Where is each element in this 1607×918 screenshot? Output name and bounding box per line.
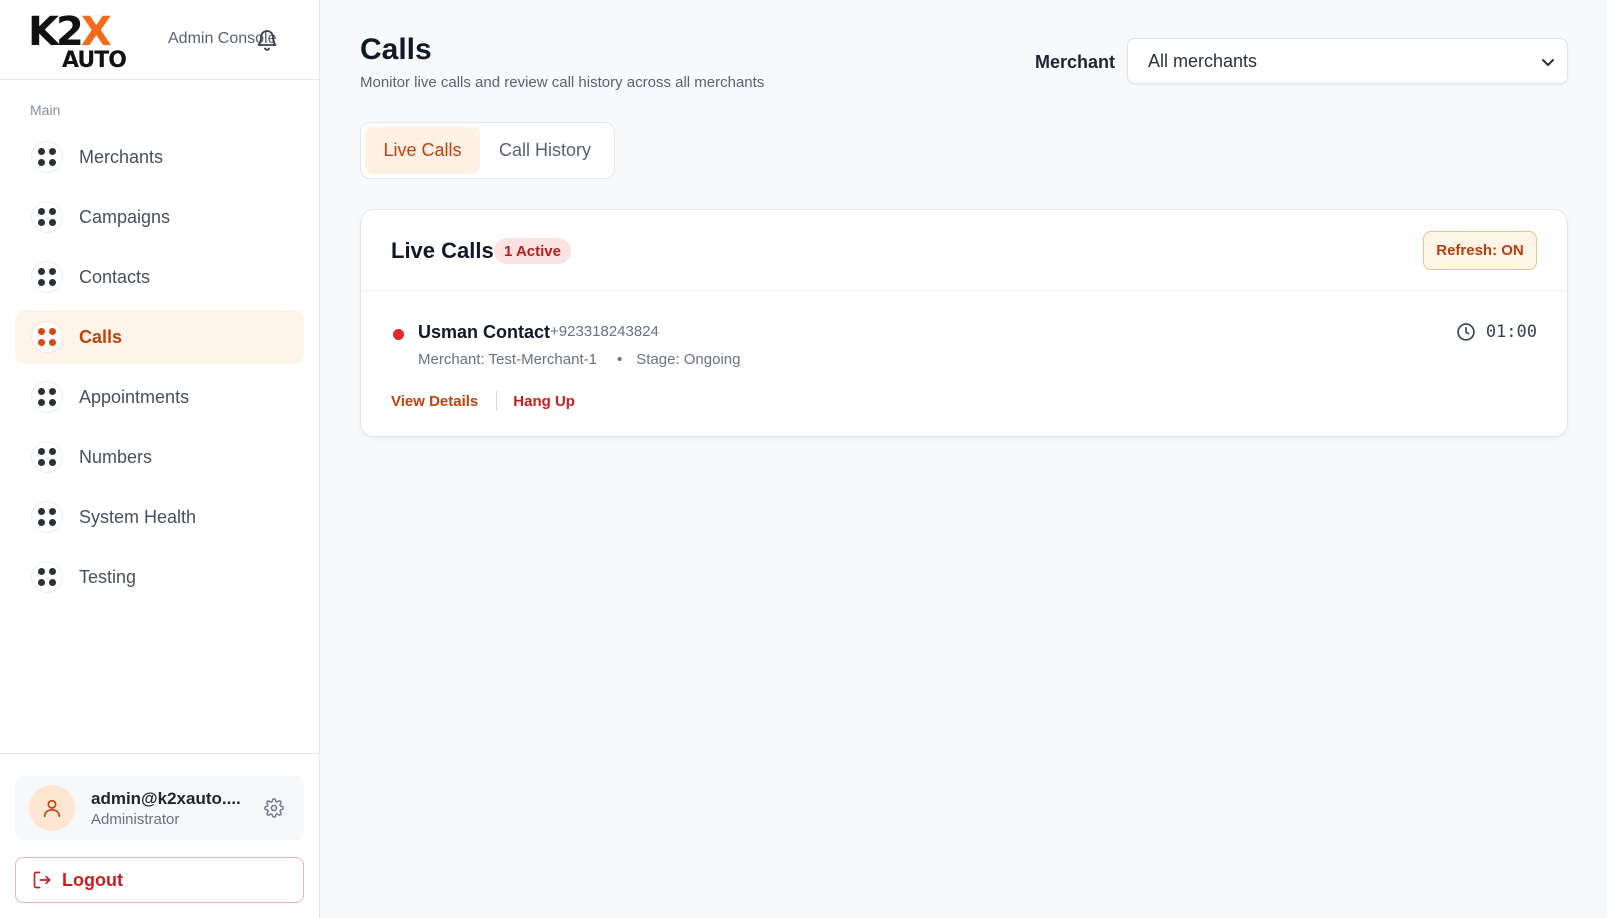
page-title: Calls	[360, 33, 432, 66]
meta-separator: •	[616, 351, 623, 368]
sidebar-item-calls[interactable]: Calls	[15, 310, 304, 364]
sidebar-nav: Merchants Campaigns Contacts Calls Appoi…	[15, 130, 304, 610]
tab-call-history[interactable]: Call History	[480, 127, 610, 174]
view-details-link[interactable]: View Details	[391, 393, 478, 410]
call-meta: Merchant: Test-Merchant-1 • Stage: Ongoi…	[418, 351, 740, 368]
sidebar-item-merchants[interactable]: Merchants	[15, 130, 304, 184]
call-duration: 01:00	[1485, 322, 1537, 342]
logo-auto-text: AUTO	[62, 47, 127, 73]
refresh-toggle-button[interactable]: Refresh: ON	[1423, 231, 1537, 270]
list-item: Usman Contact +923318243824 Merchant: Te…	[361, 291, 1567, 437]
active-count-badge: 1 Active	[494, 238, 571, 264]
logout-icon	[33, 871, 51, 889]
nav-section-label: Main	[30, 102, 61, 118]
live-status-dot	[393, 329, 404, 340]
page-subtitle: Monitor live calls and review call histo…	[360, 74, 765, 91]
action-divider	[496, 391, 498, 411]
sidebar-item-label: Testing	[79, 566, 137, 587]
sidebar-item-label: Campaigns	[79, 206, 171, 227]
sidebar-footer: admin@k2xauto.... Administrator Logout	[0, 753, 320, 918]
call-merchant: Merchant: Test-Merchant-1	[418, 351, 597, 368]
grid-dots-icon	[31, 201, 63, 233]
avatar	[29, 785, 75, 831]
tab-live-calls[interactable]: Live Calls	[365, 127, 480, 174]
live-calls-title: Live Calls	[391, 238, 494, 263]
sidebar-item-label: System Health	[79, 506, 197, 527]
logout-label: Logout	[62, 869, 123, 890]
user-icon	[43, 799, 61, 818]
sidebar-item-appointments[interactable]: Appointments	[15, 370, 304, 424]
sidebar-item-campaigns[interactable]: Campaigns	[15, 190, 304, 244]
k2x-auto-logo[interactable]: K2X AUTO	[28, 12, 132, 72]
sidebar: K2X AUTO Admin Console Main Merchants Ca…	[0, 0, 320, 918]
call-stage: Stage: Ongoing	[636, 351, 741, 368]
sidebar-item-contacts[interactable]: Contacts	[15, 250, 304, 304]
sidebar-item-label: Merchants	[79, 146, 164, 167]
sidebar-item-numbers[interactable]: Numbers	[15, 430, 304, 484]
grid-dots-icon	[31, 141, 63, 173]
user-email: admin@k2xauto....	[91, 788, 241, 808]
clock-icon	[1457, 323, 1475, 341]
contact-name: Usman Contact	[418, 322, 551, 342]
call-actions: View Details Hang Up	[391, 391, 575, 411]
merchant-select[interactable]: All merchants	[1127, 38, 1568, 84]
merchant-select-value: All merchants	[1148, 50, 1258, 71]
chevron-down-icon	[1541, 55, 1555, 69]
sidebar-item-label: Contacts	[79, 266, 151, 287]
live-calls-card: Live Calls 1 Active Refresh: ON Usman Co…	[360, 209, 1568, 437]
grid-dots-icon	[31, 261, 63, 293]
bell-icon[interactable]	[255, 27, 279, 53]
sidebar-item-testing[interactable]: Testing	[15, 550, 304, 604]
grid-dots-icon	[31, 321, 63, 353]
call-timer: 01:00	[1456, 322, 1537, 342]
contact-phone: +923318243824	[550, 323, 659, 340]
calls-tabs: Live Calls Call History	[360, 122, 615, 179]
sidebar-item-label: Appointments	[79, 386, 190, 407]
sidebar-item-label: Calls	[79, 326, 123, 347]
grid-dots-icon	[31, 501, 63, 533]
hang-up-link[interactable]: Hang Up	[513, 393, 575, 410]
logout-button[interactable]: Logout	[15, 857, 304, 903]
sidebar-item-label: Numbers	[79, 446, 153, 467]
grid-dots-icon	[31, 441, 63, 473]
merchant-filter-label: Merchant	[1035, 52, 1116, 72]
user-card[interactable]: admin@k2xauto.... Administrator	[15, 776, 304, 840]
grid-dots-icon	[31, 381, 63, 413]
live-calls-header: Live Calls 1 Active Refresh: ON	[361, 210, 1567, 291]
sidebar-item-system-health[interactable]: System Health	[15, 490, 304, 544]
user-role: Administrator	[91, 810, 180, 828]
grid-dots-icon	[31, 561, 63, 593]
gear-icon[interactable]	[264, 798, 284, 818]
main-content: Calls Monitor live calls and review call…	[321, 0, 1607, 918]
